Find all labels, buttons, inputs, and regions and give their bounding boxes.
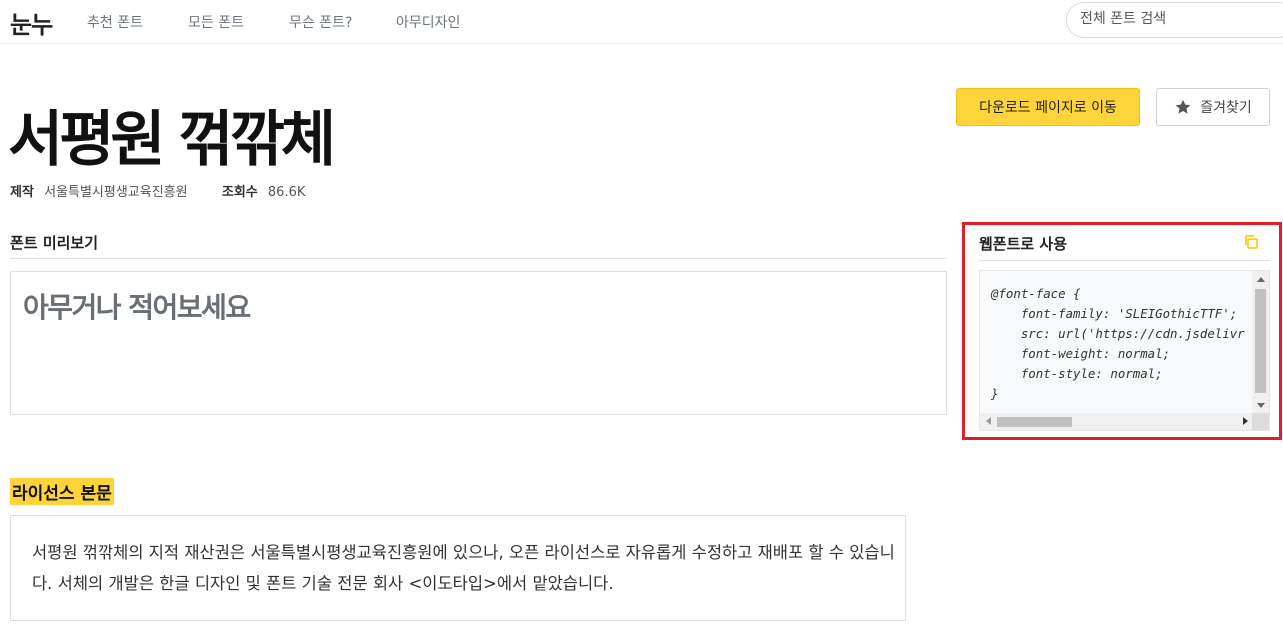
maker-label: 제작 [10,185,34,200]
font-title: 서평원 꺾깎체 [8,105,336,175]
download-button-label: 다운로드 페이지로 이동 [979,100,1117,116]
scroll-right-icon[interactable] [1243,417,1248,425]
site-logo[interactable]: 눈누 [10,5,53,40]
webfont-code-box[interactable]: @font-face { font-family: 'SLEIGothicTTF… [979,270,1270,431]
scroll-up-icon[interactable] [1257,277,1265,282]
download-page-button[interactable]: 다운로드 페이지로 이동 [956,88,1140,126]
nav-item-what-font[interactable]: 무슨 폰트? [289,12,352,32]
font-meta: 제작 서울특별시평생교육진흥원 조회수 86.6K [10,181,311,200]
vertical-scrollbar[interactable] [1252,271,1269,414]
nav-item-recommended[interactable]: 추천 폰트 [87,12,143,32]
webfont-code: @font-face { font-family: 'SLEIGothicTTF… [991,286,1245,401]
views-label: 조회수 [221,185,258,200]
nav-item-all-fonts[interactable]: 모든 폰트 [188,12,244,32]
scrollbar-thumb[interactable] [997,417,1072,427]
preview-placeholder: 아무거나 적어보세요 [23,291,251,324]
top-navbar: 눈누 추천 폰트 모든 폰트 무슨 폰트? 아무디자인 [0,0,1283,44]
preview-section-title: 폰트 미리보기 [10,234,99,252]
favorite-button[interactable]: 즐겨찾기 [1156,88,1270,126]
divider [979,260,1270,261]
views-count: 86.6K [267,185,306,200]
scrollbar-thumb[interactable] [1255,289,1266,393]
search-box [1066,2,1283,38]
license-box: 서평원 꺾깎체의 지적 재산권은 서울특별시평생교육진흥원에 있으나, 오픈 라… [10,515,906,621]
horizontal-scrollbar[interactable] [980,413,1254,430]
scroll-down-icon[interactable] [1257,403,1265,408]
maker-name[interactable]: 서울특별시평생교육진흥원 [44,185,188,200]
license-body: 서평원 꺾깎체의 지적 재산권은 서울특별시평생교육진흥원에 있으나, 오픈 라… [32,543,895,593]
divider [10,258,947,259]
star-icon [1175,99,1191,114]
nav-item-any-design[interactable]: 아무디자인 [396,12,460,32]
scrollbar-corner [1252,413,1269,430]
scroll-left-icon[interactable] [986,417,991,425]
search-input[interactable] [1080,11,1280,27]
preview-textarea[interactable]: 아무거나 적어보세요 [10,271,947,415]
favorite-button-label: 즐겨찾기 [1200,100,1252,116]
webfont-section-title: 웹폰트로 사용 [979,235,1068,253]
license-section-title: 라이선스 본문 [10,478,114,505]
copy-icon[interactable] [1243,234,1259,250]
